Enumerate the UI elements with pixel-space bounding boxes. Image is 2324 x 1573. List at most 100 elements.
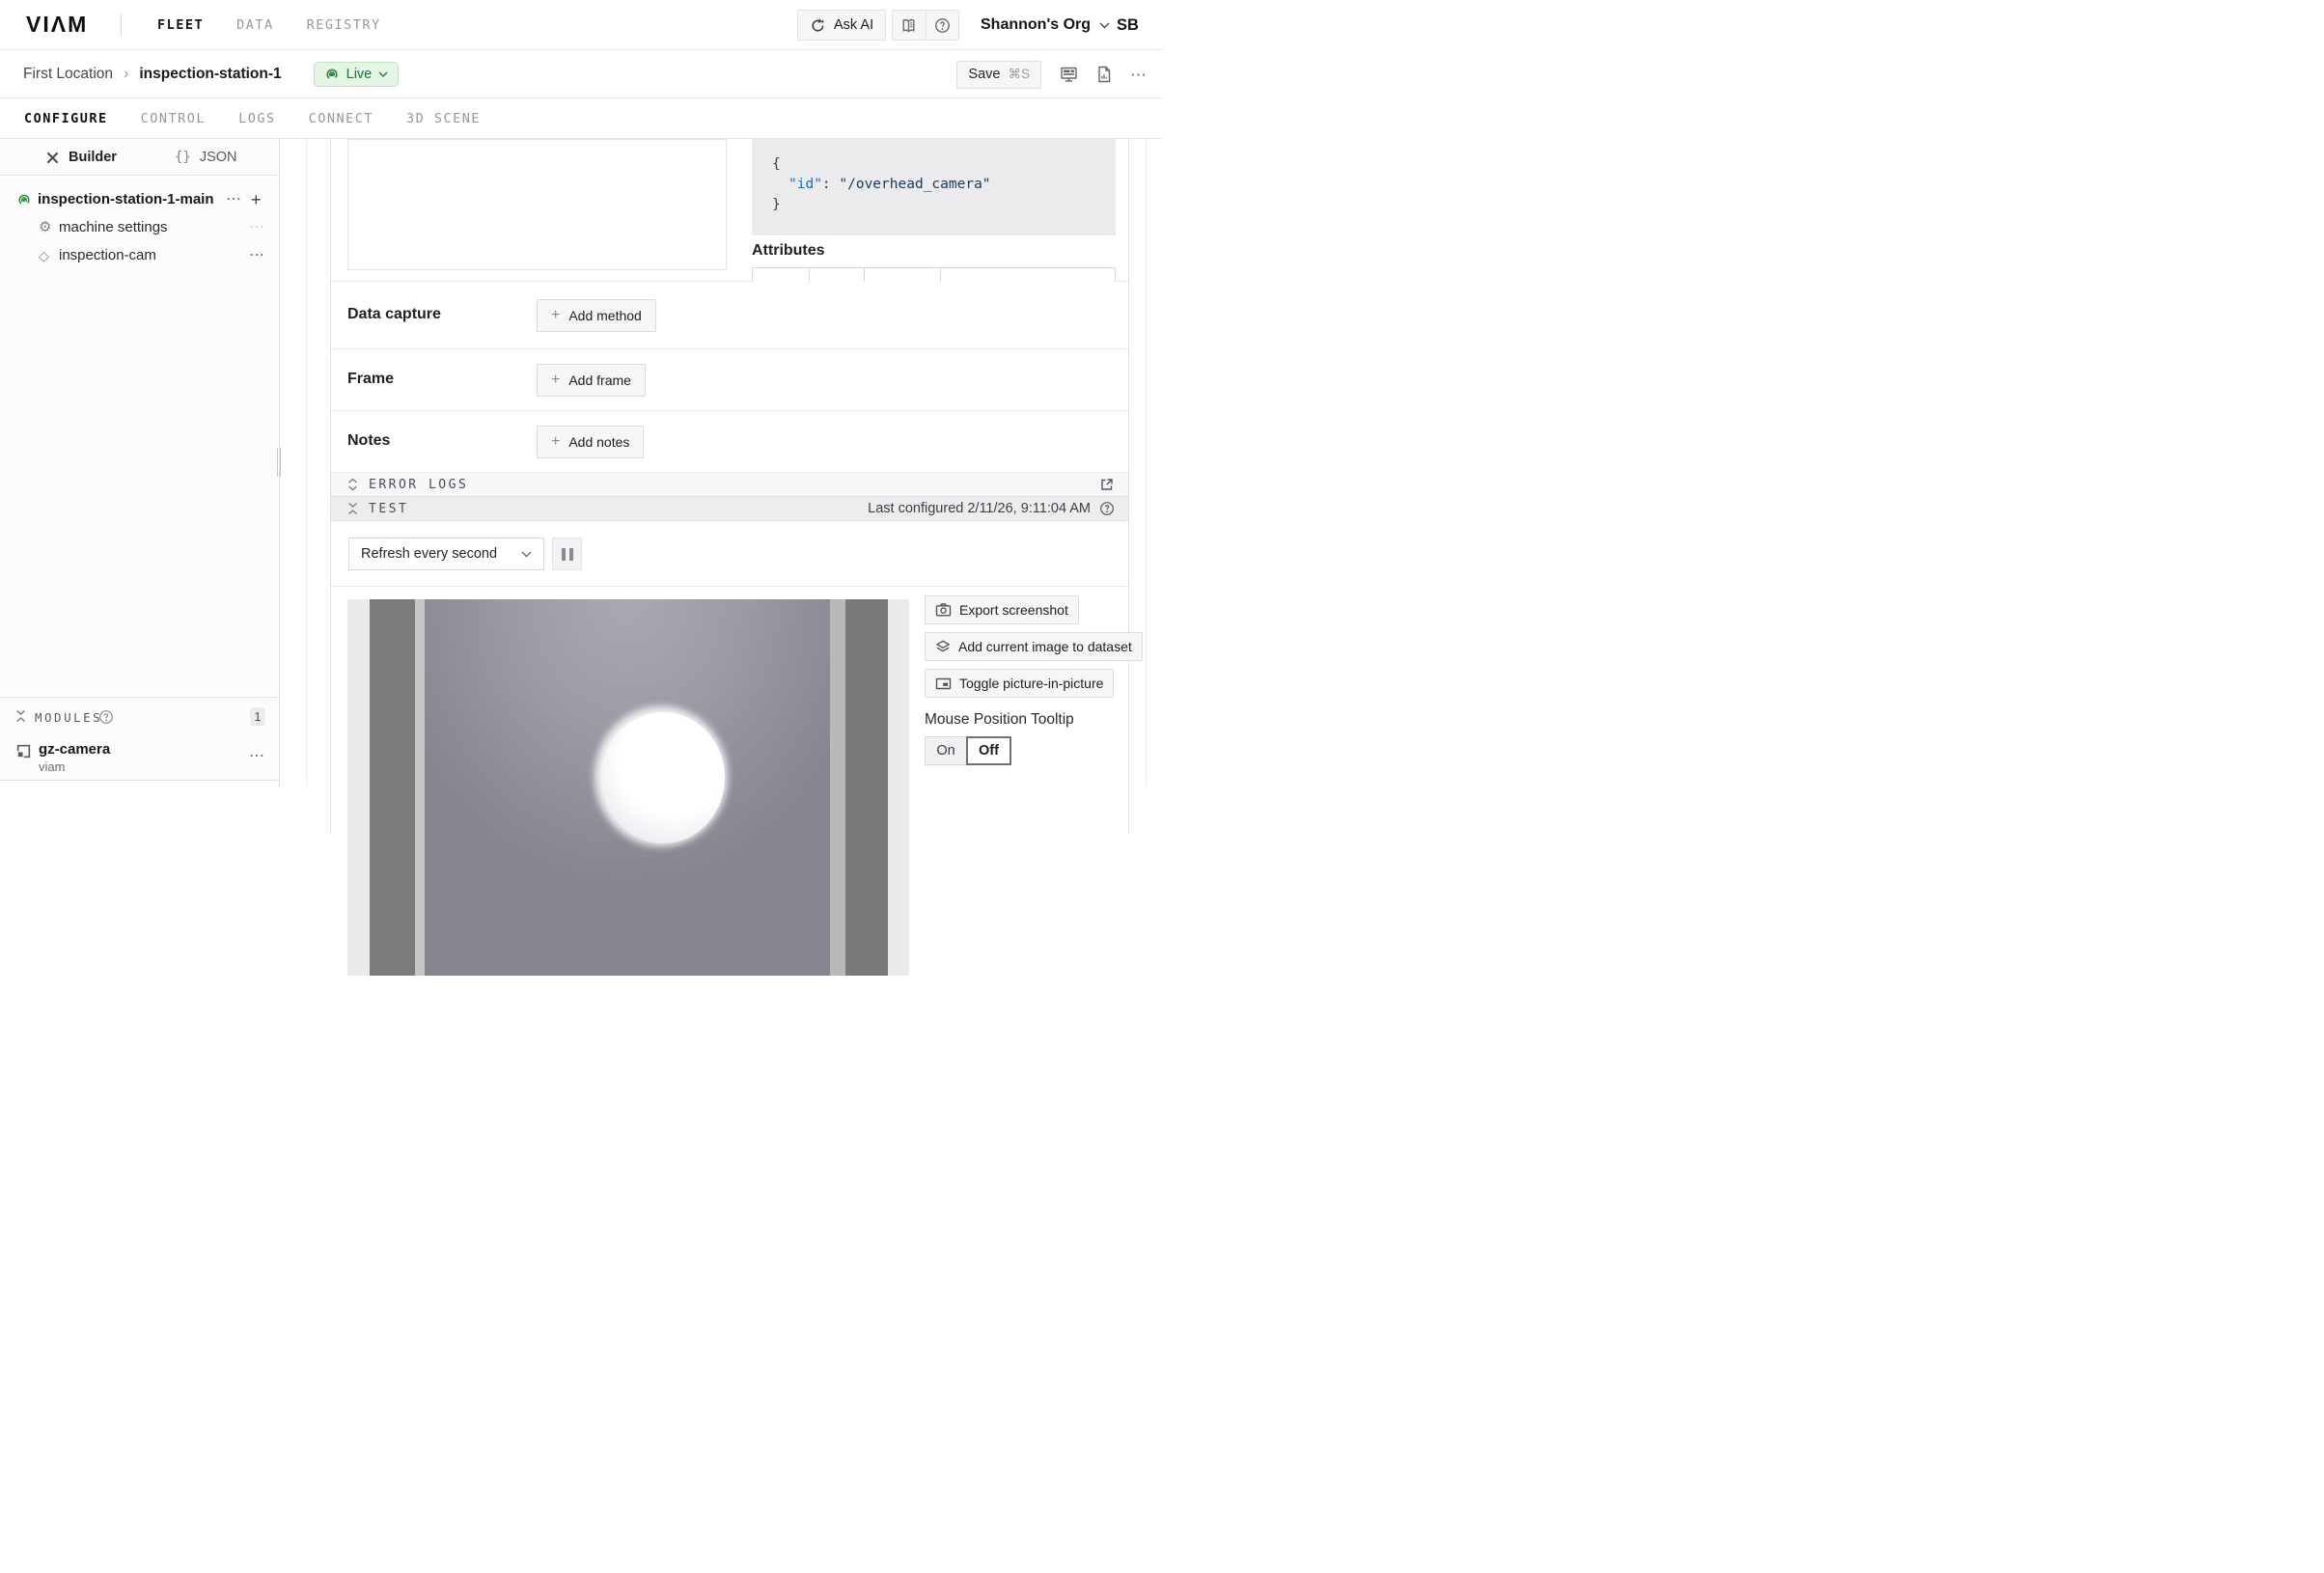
collapse-icon[interactable] [15, 709, 26, 723]
add-notes-label: Add notes [568, 434, 629, 450]
mouse-tooltip-toggle: On Off [925, 736, 1127, 765]
save-label: Save [968, 67, 1000, 82]
export-screenshot-button[interactable]: Export screenshot [925, 595, 1079, 624]
tree-root-menu-icon[interactable]: ⋯ [226, 192, 242, 207]
tab-3d-scene[interactable]: 3D SCENE [406, 111, 481, 126]
machine-tabs: CONFIGURE CONTROL LOGS CONNECT 3D SCENE [0, 98, 1162, 139]
modules-count-badge: 1 [250, 707, 265, 726]
tree-row-machine-settings[interactable]: ⚙ machine settings ⋯ [0, 213, 279, 241]
json-mode-button[interactable]: {} JSON [175, 139, 237, 176]
add-method-button[interactable]: + Add method [537, 299, 656, 332]
attributes-label: Attributes [752, 242, 825, 260]
plus-icon: + [551, 373, 560, 388]
live-status-label: Live [346, 67, 373, 82]
machine-part-icon [16, 192, 32, 207]
org-switcher[interactable]: Shannon's Org [981, 0, 1110, 50]
builder-mode-button[interactable]: Builder [45, 139, 117, 176]
component-config-panel [347, 139, 727, 270]
add-to-dataset-button[interactable]: Add current image to dataset [925, 632, 1143, 661]
section-frame: Frame + Add frame [331, 349, 1128, 411]
toggle-pip-label: Toggle picture-in-picture [959, 676, 1103, 691]
chevron-down-icon [378, 71, 388, 77]
live-status-badge[interactable]: Live [314, 62, 400, 87]
collapse-icon[interactable] [347, 502, 358, 515]
module-menu-icon[interactable]: ⋯ [249, 749, 265, 764]
ask-ai-label: Ask AI [834, 17, 873, 33]
layers-icon [935, 639, 951, 654]
add-component-icon[interactable]: + [251, 191, 262, 208]
section-notes: Notes + Add notes [331, 411, 1128, 473]
sidebar-resize-handle[interactable] [277, 448, 284, 477]
chevron-down-icon [521, 551, 532, 558]
external-link-icon[interactable] [1099, 477, 1115, 492]
breadcrumb-location-link[interactable]: First Location [23, 66, 113, 83]
tree-item-menu-icon[interactable]: ⋯ [249, 248, 265, 263]
config-code-preview: { "id": "/overhead_camera" } [752, 139, 1116, 235]
module-provider: viam [39, 759, 65, 774]
machine-bar: First Location › inspection-station-1 Li… [0, 50, 1162, 98]
tab-control[interactable]: CONTROL [141, 111, 206, 126]
tree-row-machine-main[interactable]: inspection-station-1-main ⋯ + [0, 185, 279, 213]
more-options-icon[interactable]: ⋯ [1130, 67, 1148, 83]
section-label: Frame [347, 370, 394, 387]
expand-icon[interactable] [347, 478, 358, 491]
nav-link-registry[interactable]: REGISTRY [307, 17, 381, 33]
toggle-off-button[interactable]: Off [966, 736, 1011, 765]
question-circle-icon[interactable] [1099, 501, 1115, 516]
tree-row-inspection-cam[interactable]: ◇ inspection-cam ⋯ [0, 241, 279, 269]
add-frame-button[interactable]: + Add frame [537, 364, 646, 397]
tree-item-menu-icon[interactable]: ⋯ [249, 220, 265, 235]
machine-actions: Save ⌘S ⋯ [956, 50, 1148, 98]
mouse-tooltip-label: Mouse Position Tooltip [925, 711, 1127, 729]
builder-label: Builder [69, 150, 117, 165]
docs-book-icon[interactable] [893, 11, 926, 40]
toggle-on-button[interactable]: On [925, 736, 967, 765]
avatar-initials: SB [1117, 16, 1139, 35]
tree-item-label: inspection-cam [59, 247, 156, 263]
component-config-card: { "id": "/overhead_camera" } Attributes … [330, 139, 1129, 834]
modules-header: MODULES 1 [0, 706, 279, 730]
refresh-rate-value: Refresh every second [361, 546, 497, 562]
nav-divider [121, 14, 122, 37]
plus-icon: + [551, 308, 560, 323]
log-report-icon[interactable] [1096, 66, 1112, 83]
refresh-rate-select[interactable]: Refresh every second [348, 538, 544, 570]
nav-link-fleet[interactable]: FLEET [157, 17, 204, 33]
diamond-icon: ◇ [39, 249, 54, 262]
last-configured-text: Last configured 2/11/26, 9:11:04 AM [868, 501, 1091, 516]
pause-stream-button[interactable] [552, 538, 582, 570]
tree-item-label: machine settings [59, 219, 168, 235]
primary-nav: FLEET DATA REGISTRY [157, 0, 381, 50]
export-screenshot-label: Export screenshot [959, 602, 1068, 618]
scene-white-sphere [601, 712, 725, 843]
camera-feed-image[interactable] [347, 599, 909, 976]
add-method-label: Add method [568, 308, 642, 323]
tab-logs[interactable]: LOGS [238, 111, 276, 126]
toggle-pip-button[interactable]: Toggle picture-in-picture [925, 669, 1114, 698]
component-config-top: { "id": "/overhead_camera" } Attributes [331, 139, 1128, 282]
save-button[interactable]: Save ⌘S [956, 61, 1041, 89]
scene-left-wall [347, 599, 370, 976]
help-group [892, 10, 959, 41]
add-notes-button[interactable]: + Add notes [537, 426, 644, 458]
breadcrumb-separator: › [124, 66, 128, 83]
ask-ai-button[interactable]: Ask AI [797, 10, 886, 41]
question-circle-icon[interactable] [98, 709, 114, 725]
test-row[interactable]: TEST Last configured 2/11/26, 9:11:04 AM [331, 497, 1128, 521]
user-avatar[interactable]: SB [1117, 0, 1139, 50]
nav-link-data[interactable]: DATA [236, 17, 274, 33]
picture-in-picture-icon [935, 676, 952, 691]
attributes-table [752, 267, 1116, 282]
view-mode-toggle: Builder {} JSON [0, 139, 279, 176]
chevron-down-icon [1099, 22, 1110, 29]
scene-left-column [370, 599, 415, 976]
tab-configure[interactable]: CONFIGURE [24, 111, 108, 126]
camera-actions: Export screenshot Add current image to d… [925, 595, 1127, 765]
help-icon[interactable] [926, 11, 959, 40]
viam-logo: VIΛM [26, 12, 88, 38]
error-logs-row[interactable]: ERROR LOGS [331, 473, 1128, 497]
test-panel: Refresh every second [331, 521, 1128, 926]
plus-icon: + [551, 434, 560, 450]
tab-connect[interactable]: CONNECT [309, 111, 374, 126]
present-screen-icon[interactable] [1060, 66, 1078, 83]
